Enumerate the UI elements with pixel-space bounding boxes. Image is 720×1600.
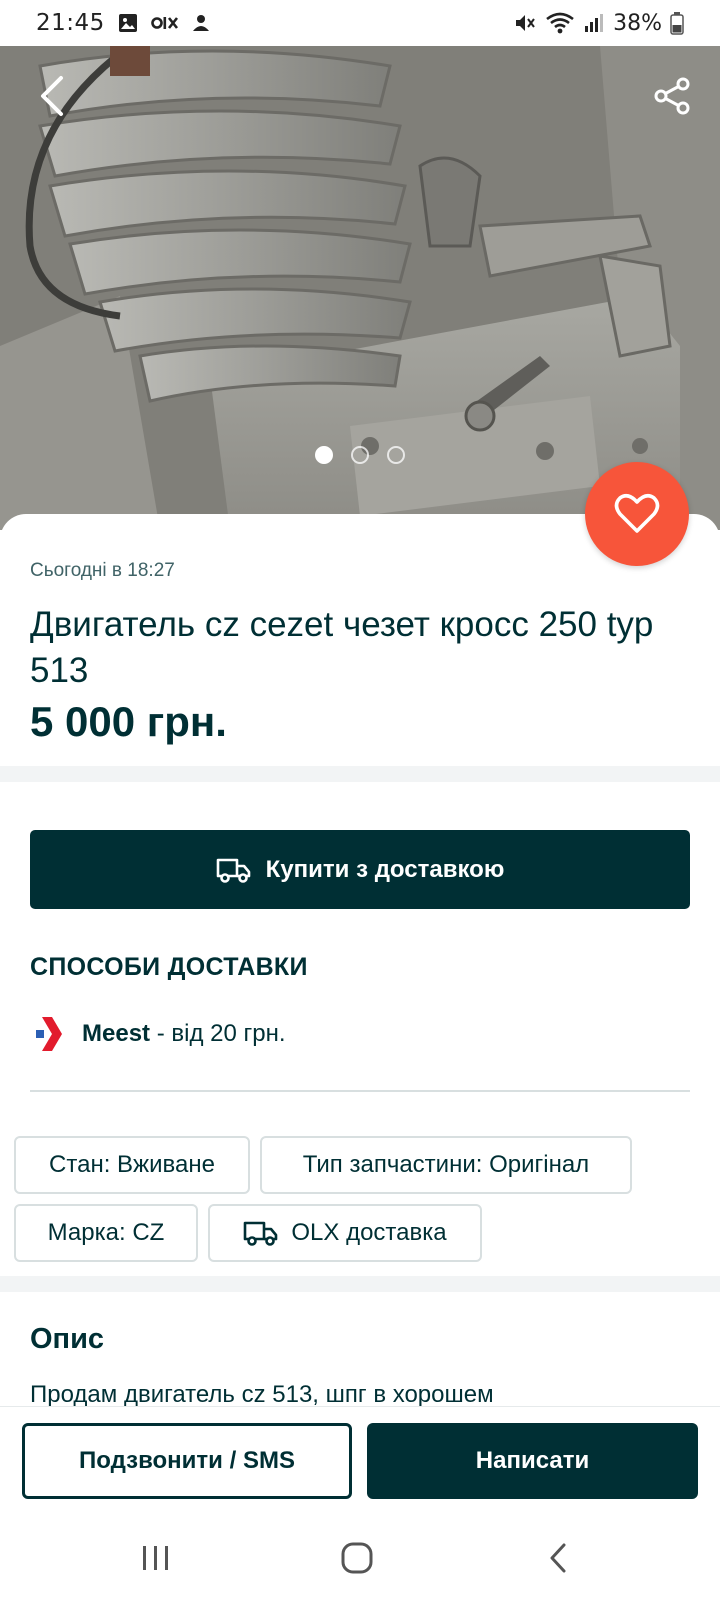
delivery-methods-heading: СПОСОБИ ДОСТАВКИ xyxy=(30,953,308,981)
truck-icon xyxy=(216,858,250,883)
buy-with-delivery-button[interactable]: Купити з доставкою xyxy=(30,830,690,909)
status-bar: 21:45 38% xyxy=(0,0,720,46)
gallery-pagination xyxy=(0,446,720,464)
home-icon xyxy=(341,1542,373,1574)
nav-back-button[interactable] xyxy=(528,1536,588,1580)
olx-icon xyxy=(150,17,178,29)
gallery-dot-1[interactable] xyxy=(315,446,333,464)
favorite-button[interactable] xyxy=(585,462,689,566)
gallery-icon xyxy=(118,14,137,32)
battery-percent: 38% xyxy=(613,10,662,36)
section-separator xyxy=(0,1276,720,1292)
call-sms-button[interactable]: Подзвонити / SMS xyxy=(22,1423,352,1499)
wifi-icon xyxy=(546,12,574,34)
param-chip-condition: Стан: Вживане xyxy=(14,1136,250,1194)
section-separator xyxy=(0,766,720,782)
share-icon xyxy=(654,77,690,115)
param-chip-label: Тип запчастини: Оригінал xyxy=(302,1151,590,1178)
param-chip-label: Марка: CZ xyxy=(47,1219,165,1246)
description-text: Продам двигатель cz 513, шпг в хорошем xyxy=(30,1381,494,1406)
recent-apps-button[interactable] xyxy=(126,1536,186,1580)
gallery-dot-3[interactable] xyxy=(387,446,405,464)
param-chip-olx-delivery: OLX доставка xyxy=(208,1204,482,1262)
param-chip-label: OLX доставка xyxy=(291,1219,447,1246)
param-chip-label: Стан: Вживане xyxy=(49,1151,215,1178)
contact-action-bar: Подзвонити / SMS Написати xyxy=(0,1406,720,1516)
delivery-method-meest: Meest - від 20 грн. xyxy=(34,1016,286,1052)
nav-back-icon xyxy=(550,1543,566,1573)
battery-icon xyxy=(670,12,684,35)
delivery-method-name: Meest xyxy=(82,1020,151,1047)
back-button[interactable] xyxy=(30,74,74,118)
person-icon xyxy=(192,15,209,31)
gallery-dot-2[interactable] xyxy=(351,446,369,464)
description-heading: Опис xyxy=(30,1323,105,1355)
home-button[interactable] xyxy=(327,1536,387,1580)
write-message-button[interactable]: Написати xyxy=(367,1423,698,1499)
chevron-left-icon xyxy=(41,76,63,116)
mute-icon xyxy=(516,15,535,31)
signal-icon xyxy=(585,14,604,32)
truck-icon xyxy=(244,1221,278,1246)
recent-apps-icon xyxy=(143,1546,168,1570)
share-button[interactable] xyxy=(650,74,694,118)
listing-title: Двигатель cz cezet чезет кросс 250 typ 5… xyxy=(30,605,654,690)
meest-logo-icon xyxy=(36,1017,62,1051)
delivery-method-price: - від 20 грн. xyxy=(150,1020,286,1047)
param-chip-part-type: Тип запчастини: Оригінал xyxy=(260,1136,632,1194)
status-time: 21:45 xyxy=(36,10,105,36)
posted-date: Сьогодні в 18:27 xyxy=(30,560,175,581)
system-nav-bar xyxy=(0,1516,720,1600)
buy-button-label: Купити з доставкою xyxy=(265,855,505,883)
heart-icon xyxy=(614,493,660,533)
param-chip-brand: Марка: CZ xyxy=(14,1204,198,1262)
divider xyxy=(30,1090,690,1092)
listing-photo[interactable] xyxy=(0,46,720,530)
listing-price: 5 000 грн. xyxy=(30,698,227,745)
